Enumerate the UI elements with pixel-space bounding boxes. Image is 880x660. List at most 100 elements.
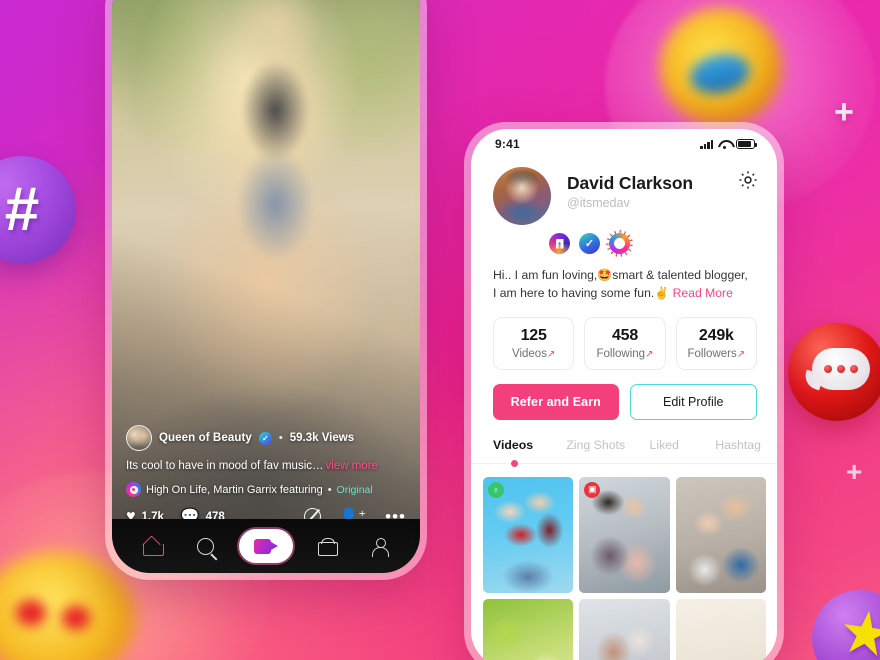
battery-icon (736, 139, 757, 149)
heart-eye-left (16, 600, 46, 626)
author-name[interactable]: Queen of Beauty (159, 432, 252, 444)
status-time: 9:41 (495, 137, 520, 151)
view-count: 59.3k Views (289, 432, 355, 444)
status-bar: 9:41 (471, 129, 777, 159)
star-glyph: ★ (834, 596, 880, 660)
profile-badges (471, 225, 777, 254)
video-camera-icon (253, 538, 278, 554)
plus-shape-icon-secondary: + (846, 456, 863, 487)
hashtag-sphere-icon: # (0, 156, 76, 264)
status-icons (700, 139, 757, 150)
video-subject (208, 0, 343, 341)
music-original-tag: Original (336, 483, 373, 496)
stat-card-videos[interactable]: 125 Videos↗ (493, 316, 575, 370)
trophy-badge-icon: ♀ (488, 481, 504, 498)
avatar[interactable] (493, 167, 551, 225)
chat-dot (850, 365, 858, 373)
stat-label: Videos↗ (494, 348, 573, 360)
burst-badge-icon[interactable] (609, 233, 630, 254)
stat-card-followers[interactable]: 249k Followers↗ (675, 316, 757, 370)
stat-label-text: Videos (511, 347, 547, 360)
tab-liked[interactable]: Liked (628, 438, 697, 452)
home-icon (142, 538, 164, 556)
tab-hashtag[interactable]: Hashtag (697, 438, 761, 452)
stat-label: Following↗ (585, 348, 664, 360)
grid-item[interactable] (579, 598, 670, 660)
view-more-link[interactable]: view more (326, 460, 378, 472)
stat-value: 458 (611, 326, 639, 344)
bio-line-2-a: I am here to having some fun. (493, 286, 655, 301)
grid-item[interactable]: ▣ (579, 476, 670, 593)
stat-value: 249k (698, 326, 734, 344)
tab-label: Videos (493, 437, 534, 452)
video-caption-row: Its cool to have in mood of fav music… vi… (126, 460, 406, 472)
tab-zing-shots[interactable]: Zing Shots (558, 438, 629, 452)
chat-dot (824, 365, 832, 373)
bottom-navigation-bar (112, 519, 420, 573)
verified-check-icon: ✓ (258, 431, 272, 445)
refer-and-earn-button[interactable]: Refer and Earn (493, 383, 619, 420)
chat-bubble-shape (812, 348, 870, 390)
alert-badge-icon: ▣ (584, 481, 601, 498)
chat-bubble-sphere-icon (788, 323, 880, 421)
feed-phone-frame: Queen of Beauty ✓ • 59.3k Views Its cool… (105, 0, 427, 580)
edit-profile-button[interactable]: Edit Profile (629, 383, 757, 420)
separator-dot: • (278, 432, 283, 444)
person-icon (371, 537, 390, 557)
star-sphere-icon: ★ (812, 590, 880, 660)
stat-arrow-icon: ↗ (546, 348, 556, 360)
verified-badge-icon[interactable] (579, 233, 600, 254)
profile-bio: Hi.. I am fun loving,🤩smart & talented b… (471, 254, 777, 303)
video-author-row: Queen of Beauty ✓ • 59.3k Views (126, 425, 406, 451)
wifi-icon (718, 139, 731, 150)
profile-actions: Refer and Earn Edit Profile (471, 370, 777, 420)
tab-videos[interactable]: Videos (493, 437, 558, 467)
stat-label: Followers↗ (677, 348, 756, 360)
read-more-link[interactable]: Read More (673, 286, 733, 300)
author-avatar[interactable] (126, 425, 152, 451)
sidebar-item-gifts[interactable] (308, 529, 346, 563)
sidebar-item-profile[interactable] (361, 529, 399, 563)
bio-line-1-a: Hi.. I am fun loving, (493, 268, 598, 282)
search-icon (196, 537, 214, 555)
active-tab-indicator (511, 459, 518, 467)
heart-eye-right (62, 606, 90, 630)
gift-icon (317, 538, 338, 556)
stat-arrow-icon: ↗ (645, 348, 654, 360)
stat-card-following[interactable]: 458 Following↗ (584, 316, 666, 370)
video-caption: Its cool to have in mood of fav music… (126, 460, 324, 472)
profile-tabs: Videos Zing Shots Liked Hashtag (471, 422, 777, 467)
creator-badge-icon[interactable] (549, 233, 570, 254)
sidebar-item-home[interactable] (133, 529, 171, 563)
grid-item[interactable] (675, 476, 766, 593)
stat-label-text: Followers (687, 347, 737, 360)
video-grid: ♀ ▣ (471, 464, 777, 660)
profile-identity: David Clarkson @itsmedav (567, 167, 693, 210)
sidebar-item-search[interactable] (186, 529, 224, 563)
music-disc-icon (126, 482, 141, 497)
plus-shape-icon: + (834, 93, 854, 131)
video-music-row[interactable]: High On Life, Martin Garrix featuring • … (126, 482, 406, 497)
sidebar-item-record[interactable] (238, 529, 293, 563)
music-title: High On Life, Martin Garrix featuring (146, 483, 323, 496)
settings-button[interactable] (737, 169, 759, 191)
profile-stats: 125 Videos↗ 458 Following↗ 249k Follower… (471, 303, 777, 370)
bio-line-1-b: smart & talented blogger, (612, 268, 748, 282)
stat-label-text: Following (596, 347, 646, 360)
chat-dot (837, 365, 845, 373)
profile-phone-screen: 9:41 David Clarkson @itsmedav ✓ Hi.. I a… (471, 129, 777, 660)
grid-item[interactable] (675, 598, 766, 660)
grid-item[interactable]: ♀ (483, 476, 574, 593)
grid-item[interactable] (483, 598, 574, 660)
hashtag-glyph: # (4, 175, 40, 244)
video-overlay: Queen of Beauty ✓ • 59.3k Views Its cool… (112, 425, 420, 525)
feed-phone-screen: Queen of Beauty ✓ • 59.3k Views Its cool… (112, 0, 420, 573)
bio-emoji-starstruck: 🤩 (597, 268, 613, 282)
page-title: David Clarkson (567, 173, 694, 193)
profile-phone-frame: 9:41 David Clarkson @itsmedav ✓ Hi.. I a… (464, 122, 784, 660)
stat-arrow-icon: ↗ (736, 348, 746, 360)
stat-value: 125 (520, 326, 547, 344)
signal-bars-icon (700, 139, 713, 149)
profile-header: David Clarkson @itsmedav (471, 159, 777, 225)
profile-handle: @itsmedav (567, 196, 630, 210)
